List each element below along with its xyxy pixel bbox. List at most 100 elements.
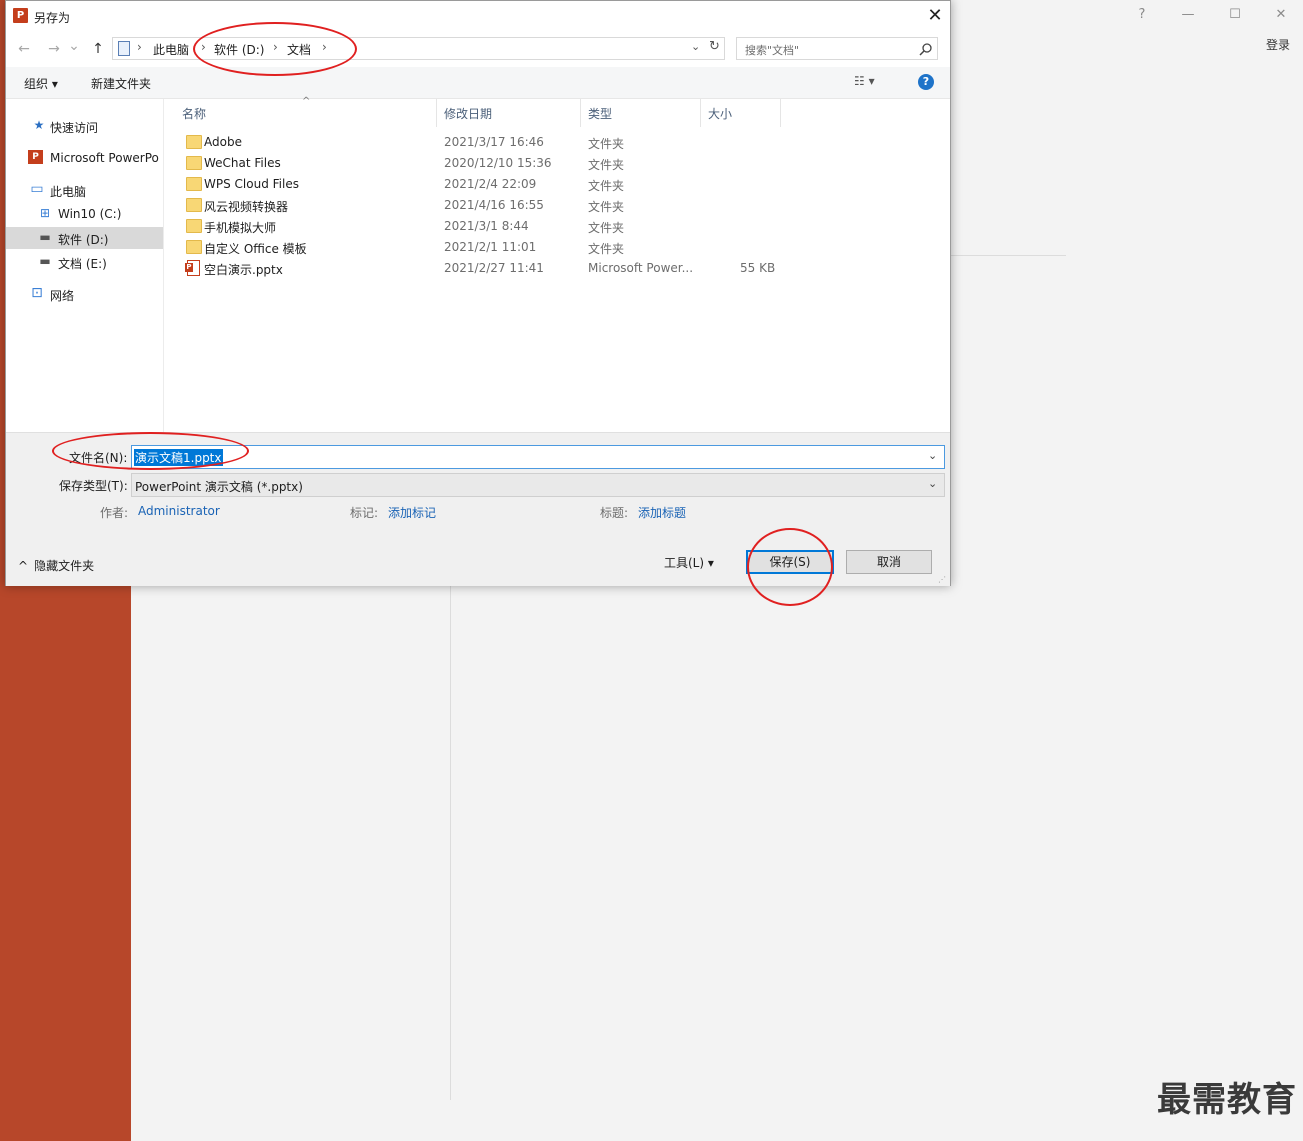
file-row[interactable]: 自定义 Office 模板 2021/2/1 11:01 文件夹 (164, 237, 950, 258)
folder-icon (186, 240, 202, 254)
file-name: 自定义 Office 模板 (204, 242, 307, 256)
file-name: WPS Cloud Files (204, 177, 299, 191)
file-type: 文件夹 (588, 158, 625, 172)
refresh-icon[interactable]: ↻ (709, 39, 720, 54)
drive-icon: ▬ (39, 254, 51, 268)
file-type: 文件夹 (588, 137, 625, 151)
file-name: 空白演示.pptx (204, 263, 283, 277)
file-type: 文件夹 (588, 242, 625, 256)
column-date[interactable]: 修改日期 (444, 105, 492, 122)
add-title-link[interactable]: 添加标题 (638, 504, 686, 521)
tags-label: 标记: (350, 506, 379, 520)
back-arrow-icon[interactable]: ← (14, 40, 34, 58)
computer-icon: ▭ (30, 181, 44, 197)
up-arrow-icon[interactable]: ↑ (88, 40, 108, 58)
view-options-icon[interactable]: ☷ ▾ (854, 74, 875, 88)
help-icon[interactable]: ? (1130, 6, 1154, 24)
folder-icon (186, 156, 202, 170)
search-icon[interactable] (919, 42, 933, 56)
column-divider[interactable] (436, 99, 437, 127)
sidebar-item-label: 快速访问 (50, 121, 99, 135)
dialog-titlebar: P 另存为 ✕ (6, 1, 950, 32)
folder-icon (186, 177, 202, 191)
watermark: 最需教育 (1157, 1080, 1297, 1120)
file-date: 2021/2/4 22:09 (444, 177, 537, 191)
minimize-icon[interactable]: — (1176, 6, 1200, 24)
maximize-icon[interactable]: ☐ (1223, 6, 1247, 24)
organize-menu[interactable]: 组织 ▾ (24, 75, 58, 92)
cancel-button[interactable]: 取消 (846, 550, 932, 574)
recent-locations-icon[interactable]: ⌄ (68, 37, 80, 55)
forward-arrow-icon[interactable]: → (44, 40, 64, 58)
file-type: 文件夹 (588, 200, 625, 214)
file-list: 名称 ^ 修改日期 类型 大小 Adobe 2021/3/17 16:46 文件… (164, 96, 950, 432)
folder-icon (186, 198, 202, 212)
search-placeholder: 搜索"文档" (745, 44, 800, 57)
sidebar-item-drive-d[interactable]: ▬ 软件 (D:) (6, 227, 163, 249)
file-row[interactable]: 空白演示.pptx 2021/2/27 11:41 Microsoft Powe… (164, 258, 950, 279)
sort-ascending-icon: ^ (302, 96, 311, 107)
login-link[interactable]: 登录 (1266, 36, 1290, 53)
chevron-up-icon: ^ (18, 559, 29, 573)
sidebar-item-powerpoint[interactable]: P Microsoft PowerPo (6, 147, 163, 169)
column-type[interactable]: 类型 (588, 105, 612, 122)
tools-menu[interactable]: 工具(L) ▾ (664, 554, 714, 571)
column-divider[interactable] (580, 99, 581, 127)
file-row[interactable]: 手机模拟大师 2021/3/1 8:44 文件夹 (164, 216, 950, 237)
window-close-icon[interactable]: ✕ (1269, 6, 1293, 24)
file-date: 2021/2/27 11:41 (444, 261, 544, 275)
file-date: 2021/4/16 16:55 (444, 198, 544, 212)
backstage-line (951, 255, 1066, 256)
chevron-down-icon[interactable]: ⌄ (928, 449, 937, 462)
sidebar-item-this-pc[interactable]: ▭ 此电脑 (6, 179, 163, 201)
folder-icon (186, 135, 202, 149)
help-icon[interactable]: ? (918, 74, 934, 90)
drive-icon: ▬ (39, 230, 51, 244)
pptx-file-icon (185, 260, 200, 276)
filetype-label: 保存类型(T): (59, 479, 128, 493)
powerpoint-icon: P (28, 150, 43, 164)
annotation-circle-filename (52, 432, 249, 470)
column-divider[interactable] (700, 99, 701, 127)
star-icon: ★ (33, 118, 45, 132)
sidebar-item-drive-c[interactable]: ⊞ Win10 (C:) (6, 203, 163, 225)
hide-folders-toggle[interactable]: ^ 隐藏文件夹 (18, 557, 94, 574)
file-date: 2021/3/1 8:44 (444, 219, 529, 233)
add-tags-link[interactable]: 添加标记 (388, 504, 436, 521)
search-box[interactable]: 搜索"文档" (736, 37, 938, 60)
file-date: 2021/3/17 16:46 (444, 135, 544, 149)
file-row[interactable]: 风云视频转换器 2021/4/16 16:55 文件夹 (164, 195, 950, 216)
address-dropdown-icon[interactable]: ⌄ (691, 40, 700, 53)
sidebar-item-label: Win10 (C:) (58, 207, 122, 221)
breadcrumb-this-pc[interactable]: 此电脑 (153, 41, 189, 58)
author-value[interactable]: Administrator (138, 504, 220, 518)
dialog-close-button[interactable]: ✕ (924, 5, 946, 27)
navigation-pane: ★ 快速访问 P Microsoft PowerPo ▭ 此电脑 ⊞ Win10… (6, 99, 164, 432)
sidebar-item-drive-e[interactable]: ▬ 文档 (E:) (6, 251, 163, 273)
hide-folders-label: 隐藏文件夹 (34, 559, 95, 573)
file-type: Microsoft Power... (588, 261, 694, 275)
filetype-select[interactable]: PowerPoint 演示文稿 (*.pptx) ⌄ (131, 473, 945, 497)
resize-grip-icon[interactable]: ⋰ (938, 575, 946, 584)
filename-input[interactable]: 演示文稿1.pptx ⌄ (131, 445, 945, 469)
file-type: 文件夹 (588, 221, 625, 235)
computer-icon (118, 41, 130, 56)
folder-icon (186, 219, 202, 233)
new-folder-button[interactable]: 新建文件夹 (91, 75, 151, 92)
column-size[interactable]: 大小 (708, 105, 732, 122)
column-headers: 名称 ^ 修改日期 类型 大小 (164, 96, 950, 127)
column-divider[interactable] (780, 99, 781, 127)
breadcrumb-separator: › (137, 40, 142, 54)
file-row[interactable]: WPS Cloud Files 2021/2/4 22:09 文件夹 (164, 174, 950, 195)
annotation-circle-save (747, 528, 833, 606)
command-bar: 组织 ▾ 新建文件夹 ☷ ▾ ? (6, 67, 950, 99)
file-row[interactable]: Adobe 2021/3/17 16:46 文件夹 (164, 132, 950, 153)
sidebar-item-quick-access[interactable]: ★ 快速访问 (6, 115, 163, 137)
file-name: 风云视频转换器 (204, 200, 289, 214)
filetype-value: PowerPoint 演示文稿 (*.pptx) (135, 480, 303, 494)
chevron-down-icon[interactable]: ⌄ (928, 477, 937, 490)
sidebar-item-network[interactable]: ⊡ 网络 (6, 283, 163, 305)
sidebar-item-label: 软件 (D:) (58, 233, 109, 247)
column-name[interactable]: 名称 (182, 105, 206, 122)
file-row[interactable]: WeChat Files 2020/12/10 15:36 文件夹 (164, 153, 950, 174)
